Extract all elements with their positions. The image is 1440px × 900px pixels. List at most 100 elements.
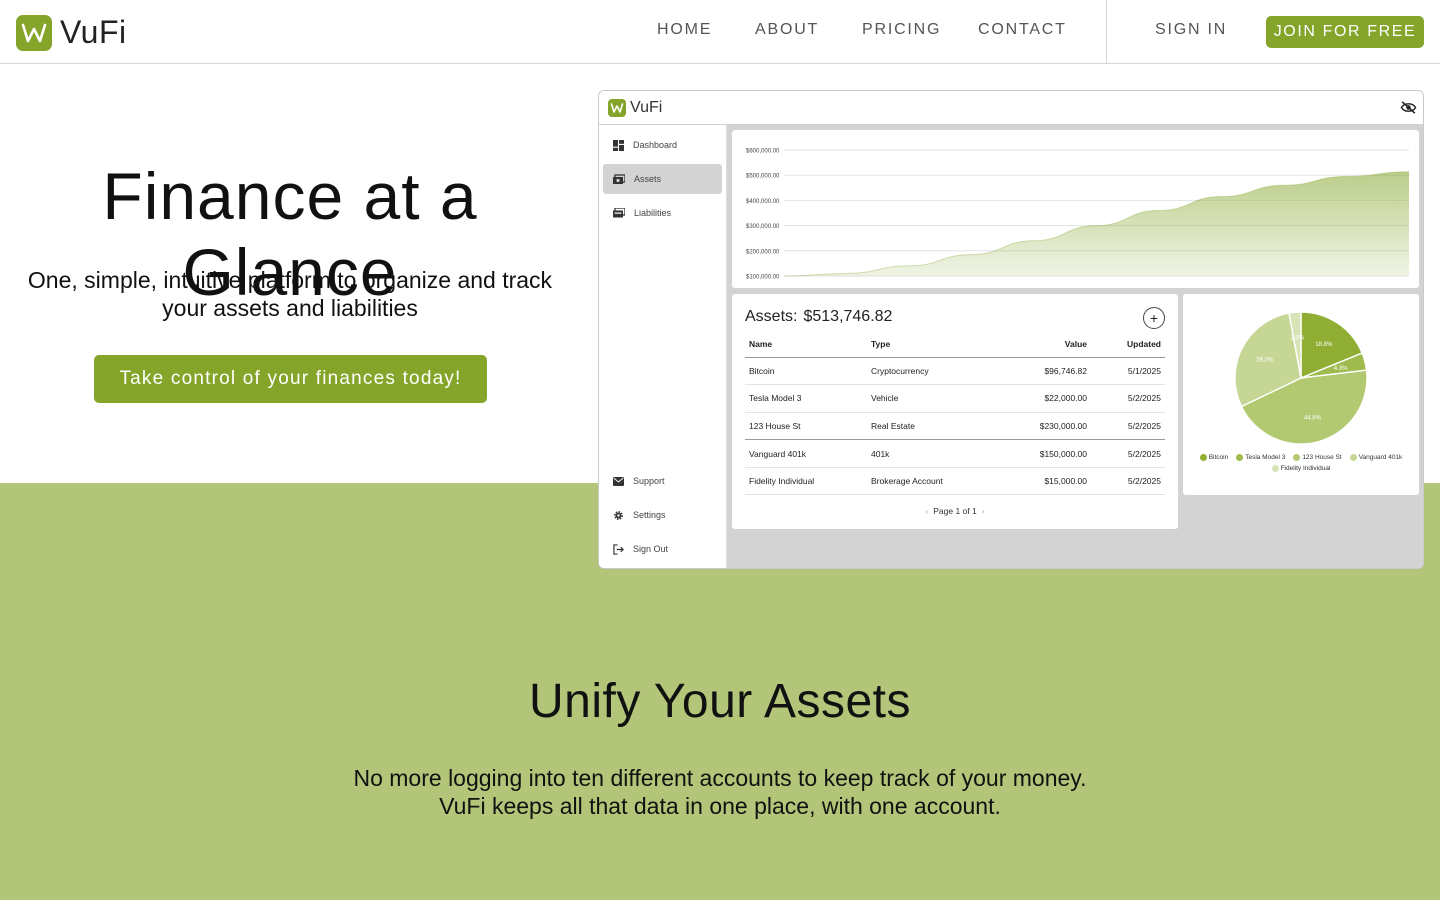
brand-logo[interactable]: VuFi [16, 14, 127, 51]
sidebar-item-label: Settings [633, 510, 666, 520]
legend-item[interactable]: Tesla Model 3 [1236, 454, 1285, 461]
sidebar-item-label: Sign Out [633, 544, 669, 554]
nav-divider [1106, 0, 1107, 63]
mail-icon [613, 476, 624, 486]
legend-swatch [1271, 465, 1279, 472]
section-title: Unify Your Assets [528, 675, 912, 728]
assets-icon [613, 174, 625, 184]
column-header-type[interactable]: Type [867, 332, 997, 358]
table-header-row: Name Type Value Updated [745, 332, 1165, 358]
legend-label: 123 House St [1302, 454, 1342, 461]
preview-sidebar: Dashboard Assets Liabilities Support Set… [599, 125, 727, 568]
pie-chart-svg: 18.8% 4.3% 44.8% 29.2% 2.9% [1234, 311, 1368, 445]
cell-value: $150,000.00 [997, 439, 1091, 468]
legend-item[interactable]: Fidelity Individual [1271, 465, 1331, 472]
sidebar-item-dashboard[interactable]: Dashboard [603, 130, 722, 160]
column-header-name[interactable]: Name [745, 332, 867, 358]
cell-name: Vanguard 401k [745, 439, 867, 468]
sign-in-link[interactable]: SIGN IN [1155, 21, 1227, 39]
pie-legend: Bitcoin Tesla Model 3 123 House St Vanguard… [1193, 454, 1409, 472]
sidebar-item-assets[interactable]: Assets [603, 164, 722, 194]
legend-item[interactable]: Vanguard 401k [1349, 454, 1403, 461]
legend-swatch [1236, 454, 1244, 461]
gear-icon [614, 510, 623, 520]
cell-updated: 5/2/2025 [1091, 384, 1165, 413]
sidebar-item-settings[interactable]: Settings [603, 500, 722, 530]
brand-name: VuFi [60, 14, 127, 50]
table-row[interactable]: Tesla Model 3 Vehicle $22,000.00 5/2/202… [745, 384, 1165, 413]
cell-updated: 5/2/2025 [1091, 439, 1165, 468]
table-row[interactable]: Fidelity Individual Brokerage Account $1… [745, 467, 1165, 496]
nav-home[interactable]: HOME [657, 21, 712, 39]
y-tick-label: $600,000.00 [746, 149, 780, 155]
y-tick-label: $200,000.00 [746, 249, 780, 255]
assets-total: $513,746.82 [803, 308, 893, 325]
cell-name: Fidelity Individual [745, 467, 867, 496]
legend-label: Vanguard 401k [1358, 454, 1403, 461]
preview-header: VuFi [599, 91, 1423, 125]
cell-value: $15,000.00 [997, 467, 1091, 496]
legend-swatch [1349, 454, 1357, 461]
sidebar-item-label: Assets [634, 174, 662, 184]
cell-value: $96,746.82 [997, 357, 1091, 386]
area-chart-svg: $100,000.00 $200,000.00 $300,000.00 $400,00… [746, 149, 1410, 281]
sidebar-item-label: Liabilities [634, 208, 672, 218]
assets-table-card: Assets: $513,746.82 + Name Type Value Upd… [732, 294, 1178, 529]
cell-updated: 5/2/2025 [1091, 467, 1165, 496]
pie-slice-label: 29.2% [1256, 357, 1274, 363]
nav-about[interactable]: ABOUT [755, 21, 819, 39]
section-body: No more logging into ten different accou… [0, 764, 1440, 820]
nav-pricing[interactable]: PRICING [862, 21, 941, 39]
area-series [784, 171, 1409, 276]
section-body-line: No more logging into ten different accou… [353, 765, 1087, 791]
table-row[interactable]: 123 House St Real Estate $230,000.00 5/2… [745, 412, 1165, 441]
legend-swatch [1293, 454, 1301, 461]
sign-out-icon [613, 543, 624, 555]
hero-subtitle-line: your assets and liabilities [162, 295, 418, 321]
top-nav: VuFi HOME ABOUT PRICING CONTACT SIGN IN … [0, 0, 1440, 64]
pagination-label: Page 1 of 1 [933, 506, 977, 516]
legend-swatch [1199, 454, 1207, 461]
column-header-updated[interactable]: Updated [1091, 332, 1165, 358]
cell-type: 401k [867, 439, 997, 468]
asset-history-chart: $100,000.00 $200,000.00 $300,000.00 $400,00… [732, 130, 1419, 288]
chevron-right-icon[interactable]: › [982, 506, 985, 516]
preview-brand-name: VuFi [630, 99, 663, 116]
asset-allocation-chart: 18.8% 4.3% 44.8% 29.2% 2.9% Bitcoin Tesla Mod… [1183, 294, 1419, 495]
hero-cta-button[interactable]: Take control of your finances today! [94, 355, 487, 403]
liabilities-icon [613, 208, 625, 218]
chevron-left-icon[interactable]: ‹ [925, 506, 928, 516]
cell-type: Brokerage Account [867, 467, 997, 496]
pie-slice-label: 4.3% [1334, 366, 1348, 372]
cell-updated: 5/2/2025 [1091, 412, 1165, 441]
sidebar-item-sign-out[interactable]: Sign Out [603, 534, 722, 564]
table-row[interactable]: Vanguard 401k 401k $150,000.00 5/2/2025 [745, 439, 1165, 468]
cell-value: $230,000.00 [997, 412, 1091, 441]
legend-item[interactable]: 123 House St [1293, 454, 1342, 461]
legend-label: Fidelity Individual [1280, 465, 1331, 472]
cell-name: Bitcoin [745, 357, 867, 386]
table-row[interactable]: Bitcoin Cryptocurrency $96,746.82 5/1/20… [745, 357, 1165, 386]
add-asset-button[interactable]: + [1143, 307, 1165, 329]
legend-label: Tesla Model 3 [1245, 454, 1286, 461]
cell-name: Tesla Model 3 [745, 384, 867, 413]
y-tick-label: $300,000.00 [746, 224, 780, 230]
y-tick-label: $100,000.00 [746, 275, 780, 281]
column-header-value[interactable]: Value [997, 332, 1091, 358]
eye-off-icon[interactable] [1400, 100, 1417, 120]
sidebar-item-liabilities[interactable]: Liabilities [603, 198, 722, 228]
preview-logo: VuFi [608, 99, 662, 117]
legend-label: Bitcoin [1208, 454, 1229, 461]
sidebar-item-support[interactable]: Support [603, 466, 722, 496]
assets-title-label: Assets: [745, 308, 798, 325]
y-tick-label: $500,000.00 [746, 174, 780, 180]
pie-slice-label: 18.8% [1315, 342, 1333, 348]
assets-table-title: Assets: $513,746.82 [745, 308, 892, 326]
assets-table: Name Type Value Updated Bitcoin Cryptocu… [745, 332, 1165, 496]
nav-contact[interactable]: CONTACT [978, 21, 1067, 39]
join-for-free-button[interactable]: JOIN FOR FREE [1266, 16, 1424, 48]
cell-name: 123 House St [745, 412, 867, 441]
hero-subtitle: One, simple, intuitive platform to organ… [0, 266, 580, 322]
legend-item[interactable]: Bitcoin [1199, 454, 1229, 461]
pie-slice-label: 44.8% [1304, 415, 1322, 421]
